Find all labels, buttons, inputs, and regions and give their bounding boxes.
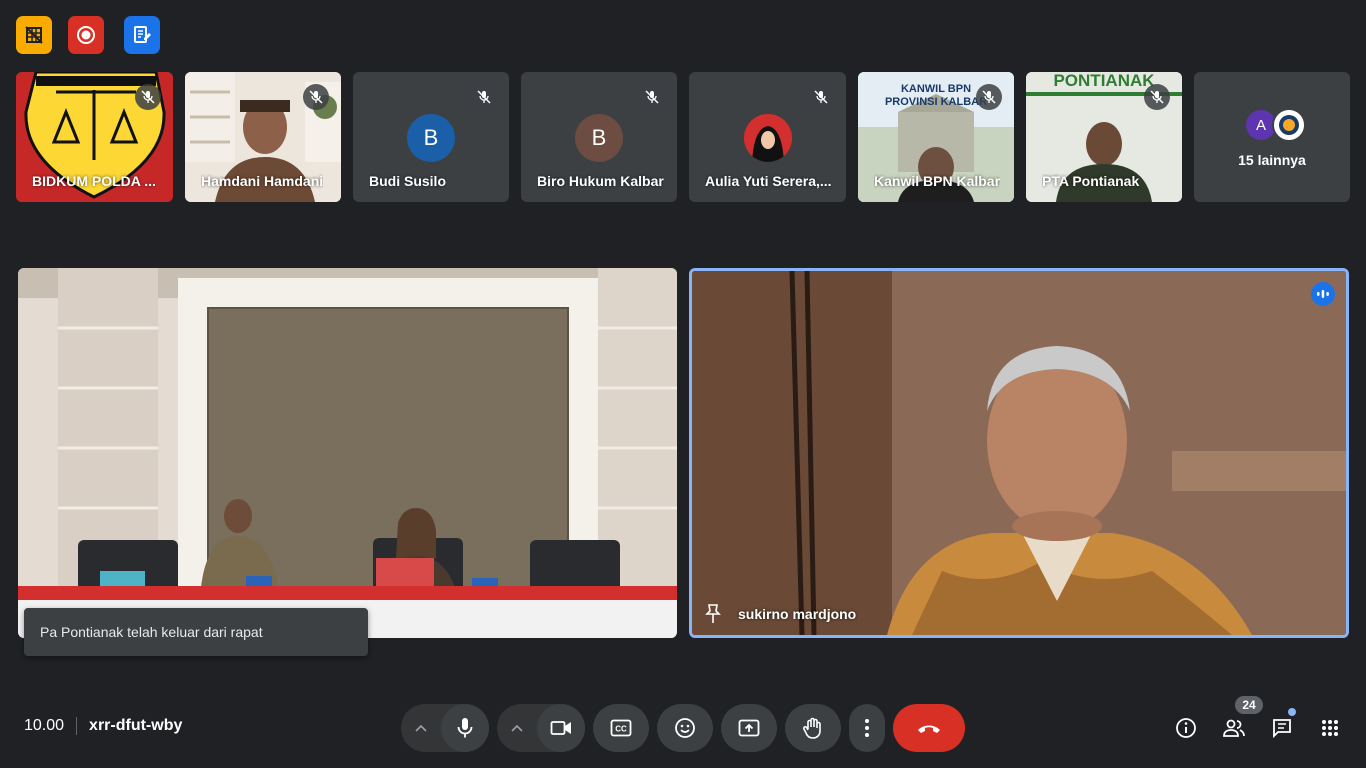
participant-tile-budi[interactable]: B Budi Susilo — [353, 72, 509, 202]
meeting-details-button[interactable] — [1170, 712, 1202, 744]
participant-video — [692, 271, 1346, 635]
avatar: B — [407, 114, 455, 162]
participant-name: BIDKUM POLDA ... — [32, 173, 156, 189]
meeting-code: xrr-dfut-wby — [89, 717, 183, 734]
participant-name: Hamdani Hamdani — [201, 173, 324, 189]
unread-dot — [1288, 708, 1296, 716]
avatar: B — [575, 114, 623, 162]
speaking-indicator-icon — [1311, 282, 1335, 306]
avatar — [743, 114, 792, 162]
muted-icon — [471, 84, 497, 110]
participant-name: Budi Susilo — [369, 173, 446, 189]
divider — [76, 717, 78, 735]
participant-name: sukirno mardjono — [738, 606, 857, 622]
activities-button[interactable] — [1314, 712, 1346, 744]
people-button[interactable] — [1218, 712, 1250, 744]
hand-icon — [803, 717, 821, 739]
participant-tile-kanwil-bpn[interactable]: KANWIL BPN PROVINSI KALBAR Kanwil BPN Ka… — [858, 72, 1014, 202]
microphone-icon — [457, 718, 473, 738]
host-control-button[interactable] — [16, 16, 52, 54]
microphone-control — [401, 704, 489, 752]
chat-icon — [1273, 719, 1291, 739]
end-call-icon — [918, 725, 940, 733]
grid-off-icon — [25, 26, 43, 44]
participant-name: PTA Pontianak — [1042, 173, 1140, 189]
captions-button[interactable]: CC — [593, 704, 649, 752]
present-screen-icon — [738, 719, 760, 737]
avatar — [1272, 108, 1306, 142]
more-options-button[interactable] — [849, 704, 885, 752]
participant-name: Aulia Yuti Serera,... — [705, 173, 832, 189]
muted-icon — [303, 84, 329, 110]
chevron-up-icon — [415, 724, 427, 732]
present-screen-button[interactable] — [721, 704, 777, 752]
more-vert-icon — [865, 719, 869, 737]
muted-icon — [976, 84, 1002, 110]
info-icon — [1176, 718, 1196, 738]
reactions-button[interactable] — [657, 704, 713, 752]
participant-tile-biro-hukum[interactable]: B Biro Hukum Kalbar — [521, 72, 677, 202]
camera-button[interactable] — [537, 704, 585, 752]
raise-hand-button[interactable] — [785, 704, 841, 752]
meeting-time: 10.00 — [24, 717, 65, 734]
closed-captions-icon: CC — [610, 719, 632, 737]
emoji-icon — [675, 718, 695, 738]
chevron-up-icon — [511, 724, 523, 732]
video-camera-icon — [550, 721, 571, 735]
participant-video — [18, 268, 677, 638]
meeting-info: 10.00 xrr-dfut-wby — [24, 717, 182, 735]
participant-tile-pta-pontianak[interactable]: PONTIANAK PTA Pontianak — [1026, 72, 1182, 202]
others-tile[interactable]: A 15 lainnya — [1194, 72, 1350, 202]
record-icon — [77, 26, 95, 44]
muted-icon — [639, 84, 665, 110]
participant-tile-bidkum[interactable]: BIDKUM POLDA ... — [16, 72, 173, 202]
notes-icon — [134, 26, 151, 43]
banner-text: KANWIL BPN — [901, 83, 971, 95]
others-count-label: 15 lainnya — [1238, 152, 1306, 168]
camera-control — [497, 704, 585, 752]
video-tile-room[interactable] — [18, 268, 677, 638]
banner-text: PROVINSI KALBAR — [885, 96, 987, 108]
notification-toast: Pa Pontianak telah keluar dari rapat — [24, 608, 368, 656]
muted-icon — [808, 84, 834, 110]
svg-text:CC: CC — [615, 725, 627, 734]
leave-call-button[interactable] — [893, 704, 965, 752]
participant-tile-aulia[interactable]: Aulia Yuti Serera,... — [689, 72, 846, 202]
people-icon — [1223, 719, 1245, 737]
microphone-button[interactable] — [441, 704, 489, 752]
participant-tile-hamdani[interactable]: Hamdani Hamdani — [185, 72, 341, 202]
chat-button[interactable] — [1266, 708, 1298, 744]
muted-icon — [135, 84, 161, 110]
pin-icon[interactable] — [702, 603, 724, 625]
notes-button[interactable] — [124, 16, 160, 54]
participant-name: Kanwil BPN Kalbar — [874, 173, 1001, 189]
video-options-button[interactable] — [497, 704, 537, 752]
participant-name: Biro Hukum Kalbar — [537, 173, 664, 189]
video-tile-active-speaker[interactable]: sukirno mardjono — [689, 268, 1349, 638]
apps-grid-icon — [1322, 720, 1338, 736]
banner-text: PONTIANAK — [1053, 72, 1155, 90]
recording-button[interactable] — [68, 16, 104, 54]
audio-options-button[interactable] — [401, 704, 441, 752]
muted-icon — [1144, 84, 1170, 110]
